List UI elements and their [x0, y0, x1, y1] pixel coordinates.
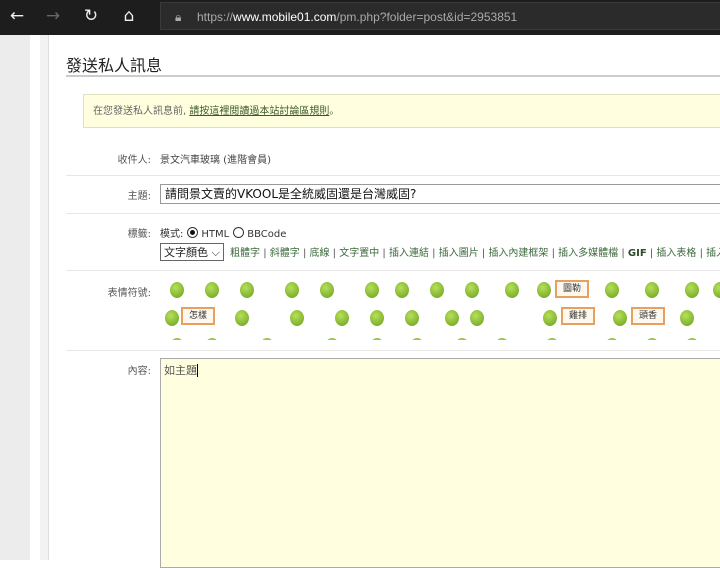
emoticon-icon[interactable]	[470, 310, 484, 326]
divider	[66, 270, 720, 271]
emoticon-icon[interactable]	[685, 338, 699, 340]
emoticon-icon[interactable]	[545, 338, 559, 340]
tool-bold[interactable]: 粗體字	[230, 248, 260, 259]
divider	[66, 213, 720, 214]
emoticon-icon[interactable]	[430, 282, 444, 298]
tool-image[interactable]: 插入圖片	[439, 248, 479, 259]
content-label: 內容:	[127, 366, 151, 377]
format-toolbar: 文字顏色 ⌵ 粗體字 | 斜體字 | 底線 | 文字置中 | 插入連結 | 插入…	[160, 243, 720, 261]
url-prefix: https://	[197, 10, 234, 24]
html-radio[interactable]	[187, 227, 199, 238]
divider	[66, 350, 720, 351]
tool-italic[interactable]: 斜體字	[270, 248, 300, 259]
title-divider	[66, 75, 720, 77]
emoticon-icon[interactable]	[495, 338, 509, 340]
refresh-icon[interactable]: ↻	[80, 6, 102, 26]
emoticon-icon[interactable]	[685, 282, 699, 298]
rules-notice: 在您發送私人訊息前, 請按這裡閱讀過本站討論區規則。	[83, 94, 720, 128]
emoticon-icon[interactable]	[410, 338, 424, 340]
emoticon-icon[interactable]	[405, 310, 419, 326]
emoticon-grid: 圖勒 怎樣 雞排 頭香	[165, 278, 720, 340]
home-icon[interactable]: ⌂	[118, 6, 140, 26]
address-bar[interactable]: 🔒︎ https://www.mobile01.com/pm.php?folder…	[160, 2, 720, 30]
recipient-value: 景文汽車玻璃 (進階會員)	[160, 155, 271, 166]
recipient-label: 收件人:	[117, 155, 151, 166]
bbcode-radio-label[interactable]: BBCode	[247, 229, 286, 240]
emoticon-icon[interactable]	[325, 338, 339, 340]
browser-toolbar: ← → ↻ ⌂ 🔒︎ https://www.mobile01.com/pm.ph…	[0, 0, 720, 35]
page-title: 發送私人訊息	[66, 56, 163, 75]
emoticon-icon[interactable]	[605, 282, 619, 298]
emoticon-tag[interactable]: 雞排	[561, 307, 596, 325]
mode-selector: 模式: HTML BBCode	[160, 225, 286, 240]
mode-label: 模式:	[160, 229, 184, 240]
emoticon-icon[interactable]	[370, 310, 384, 326]
tool-center[interactable]: 文字置中	[339, 248, 379, 259]
rules-link[interactable]: 請按這裡閱讀過本站討論區規則	[189, 106, 329, 117]
text-color-select[interactable]: 文字顏色 ⌵	[160, 243, 224, 261]
tool-table[interactable]: 插入表格	[656, 248, 696, 259]
emoticon-icon[interactable]	[680, 310, 694, 326]
content-textarea[interactable]: 如主題	[160, 358, 720, 568]
tool-media[interactable]: 插入多媒體檔	[558, 248, 618, 259]
emoticon-icon[interactable]	[205, 338, 219, 340]
emoticon-icon[interactable]	[365, 282, 379, 298]
emoticon-icon[interactable]	[465, 282, 479, 298]
content-text: 如主題	[164, 364, 198, 377]
emoticon-tag[interactable]: 怎樣	[181, 307, 216, 325]
emoticon-icon[interactable]	[445, 310, 459, 326]
panel-edge	[40, 35, 49, 560]
emoticons-label: 表情符號:	[107, 288, 151, 299]
emoticon-icon[interactable]	[537, 282, 551, 298]
emoticon-icon[interactable]	[285, 282, 299, 298]
emoticon-icon[interactable]	[170, 338, 184, 340]
tool-underline[interactable]: 底線	[310, 248, 330, 259]
emoticon-icon[interactable]	[165, 310, 179, 326]
emoticon-icon[interactable]	[395, 282, 409, 298]
emoticon-icon[interactable]	[170, 282, 184, 298]
tool-iframe[interactable]: 插入內建框架	[488, 248, 548, 259]
emoticon-icon[interactable]	[320, 282, 334, 298]
emoticon-icon[interactable]	[645, 338, 659, 340]
emoticon-icon[interactable]	[335, 310, 349, 326]
notice-end: 。	[329, 106, 340, 117]
tags-label: 標籤:	[127, 229, 151, 240]
emoticon-icon[interactable]	[290, 310, 304, 326]
left-gutter	[0, 35, 30, 560]
html-radio-label[interactable]: HTML	[201, 229, 229, 240]
back-icon[interactable]: ←	[6, 6, 28, 26]
url-path: /pm.php?folder=post&id=2953851	[336, 10, 518, 24]
emoticon-icon[interactable]	[370, 338, 384, 340]
emoticon-icon[interactable]	[205, 282, 219, 298]
emoticon-icon[interactable]	[605, 338, 619, 340]
emoticon-icon[interactable]	[613, 310, 627, 326]
emoticon-icon[interactable]	[240, 282, 254, 298]
emoticon-icon[interactable]	[543, 310, 557, 326]
emoticon-tag[interactable]: 圖勒	[555, 280, 590, 298]
emoticon-tag[interactable]: 頭香	[631, 307, 666, 325]
emoticon-icon[interactable]	[645, 282, 659, 298]
emoticon-icon[interactable]	[260, 338, 274, 340]
notice-text: 在您發送私人訊息前,	[93, 106, 190, 117]
tool-gif[interactable]: GIF	[628, 248, 647, 259]
lock-icon: 🔒︎	[175, 10, 182, 24]
url-domain: www.mobile01.com	[233, 10, 337, 24]
emoticon-icon[interactable]	[455, 338, 469, 340]
emoticon-icon[interactable]	[505, 282, 519, 298]
emoticon-icon[interactable]	[235, 310, 249, 326]
emoticon-icon[interactable]	[713, 282, 720, 298]
tool-insert[interactable]: 插入	[706, 248, 720, 259]
subject-label: 主題:	[127, 191, 151, 202]
forward-icon[interactable]: →	[42, 6, 64, 26]
divider	[66, 175, 720, 176]
bbcode-radio[interactable]	[233, 227, 245, 238]
tool-link[interactable]: 插入連結	[389, 248, 429, 259]
text-color-value: 文字顏色	[164, 246, 208, 259]
subject-input[interactable]: 請問景文賣的VKOOL是全統威固還是台灣威固?	[160, 184, 720, 204]
